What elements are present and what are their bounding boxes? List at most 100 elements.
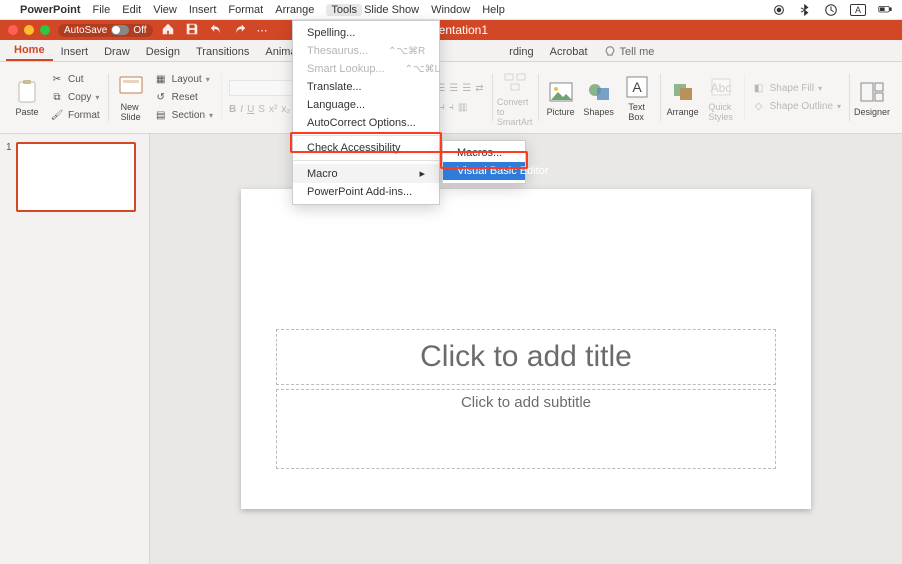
shapes-button[interactable]: Shapes	[582, 79, 616, 117]
cut-button[interactable]: ✂Cut	[48, 72, 102, 88]
tools-smart-lookup: Smart Lookup...⌃⌥⌘L	[293, 60, 439, 78]
menu-edit[interactable]: Edit	[122, 4, 141, 16]
scissors-icon: ✂	[50, 73, 64, 87]
tools-dropdown: Spelling... Thesaurus...⌃⌥⌘R Smart Looku…	[292, 20, 440, 205]
menu-separator	[293, 160, 439, 161]
menu-slideshow[interactable]: Slide Show	[364, 4, 419, 16]
menu-file[interactable]: File	[93, 4, 111, 16]
menu-format[interactable]: Format	[228, 4, 263, 16]
title-placeholder[interactable]: Click to add title	[276, 329, 776, 385]
textbox-button[interactable]: A Text Box	[620, 74, 654, 122]
copy-icon: ⧉	[50, 91, 64, 105]
tab-transitions[interactable]: Transitions	[188, 43, 257, 61]
arrange-button[interactable]: Arrange	[666, 79, 700, 117]
ribbon-home: Paste ✂Cut ⧉Copy▾ 🖌Format New Slide ▦Lay…	[0, 62, 902, 134]
group-insert: Picture Shapes A Text Box	[540, 66, 658, 129]
tools-language[interactable]: Language...	[293, 96, 439, 114]
reminders-status-icon[interactable]	[772, 3, 786, 17]
clock-status-icon[interactable]	[824, 3, 838, 17]
tab-draw[interactable]: Draw	[96, 43, 138, 61]
new-slide-button[interactable]: New Slide	[114, 74, 148, 122]
tell-me-label: Tell me	[620, 46, 655, 58]
minimize-window-icon[interactable]	[24, 25, 34, 35]
tab-insert[interactable]: Insert	[53, 43, 97, 61]
autosave-toggle[interactable]: AutoSave Off	[58, 24, 153, 37]
thumbnail-pane[interactable]: 1	[0, 134, 150, 564]
titlebar: AutoSave Off ⋯ Presentation1	[0, 20, 902, 40]
menu-tools[interactable]: Tools	[326, 4, 362, 16]
save-qat-icon[interactable]	[185, 22, 199, 39]
workspace: 1 Click to add title Click to add subtit…	[0, 134, 902, 564]
group-shape-format: ◧Shape Fill▾ ◇Shape Outline▾	[746, 66, 847, 129]
paste-label: Paste	[15, 107, 38, 117]
subtitle-placeholder[interactable]: Click to add subtitle	[276, 389, 776, 469]
tab-home[interactable]: Home	[6, 41, 53, 61]
menu-help[interactable]: Help	[482, 4, 505, 16]
mac-menubar: PowerPoint File Edit View Insert Format …	[0, 0, 902, 20]
tools-check-accessibility[interactable]: Check Accessibility	[293, 139, 439, 157]
designer-button[interactable]: Designer	[855, 79, 889, 117]
menu-window[interactable]: Window	[431, 4, 470, 16]
paste-button[interactable]: Paste	[10, 79, 44, 117]
macro-submenu: Macros... Visual Basic Editor	[442, 140, 526, 184]
quick-styles-button: Abc Quick Styles	[704, 74, 738, 122]
menu-arrange[interactable]: Arrange	[275, 4, 314, 16]
tools-addins[interactable]: PowerPoint Add-ins...	[293, 183, 439, 201]
fill-bucket-icon: ◧	[752, 82, 766, 96]
reset-icon: ↺	[154, 91, 168, 105]
input-source-icon[interactable]: A	[850, 4, 866, 16]
tools-spelling[interactable]: Spelling...	[293, 24, 439, 42]
chevron-right-icon: ▸	[419, 167, 425, 180]
redo-qat-icon[interactable]	[233, 22, 247, 39]
tell-me-search[interactable]: Tell me	[596, 43, 663, 61]
tools-macro[interactable]: Macro▸	[293, 164, 439, 183]
shape-fill-button: ◧Shape Fill▾	[750, 81, 843, 97]
svg-text:A: A	[632, 79, 642, 95]
copy-button[interactable]: ⧉Copy▾	[48, 90, 102, 106]
tab-acrobat[interactable]: Acrobat	[542, 43, 596, 61]
home-qat-icon[interactable]	[161, 22, 175, 39]
macro-macros[interactable]: Macros...	[443, 144, 525, 162]
svg-text:Abc: Abc	[710, 81, 731, 95]
tab-partial-rding[interactable]: rding	[501, 43, 541, 61]
app-name[interactable]: PowerPoint	[20, 4, 81, 16]
tools-autocorrect[interactable]: AutoCorrect Options...	[293, 114, 439, 132]
format-painter-button[interactable]: 🖌Format	[48, 108, 102, 124]
section-button[interactable]: ▤Section▾	[152, 108, 215, 124]
zoom-window-icon[interactable]	[40, 25, 50, 35]
outline-icon: ◇	[752, 100, 766, 114]
layout-button[interactable]: ▦Layout▾	[152, 72, 215, 88]
paintbrush-icon: 🖌	[50, 109, 64, 123]
convert-label: Convert to SmartArt	[497, 97, 533, 127]
slide-canvas[interactable]: Click to add title Click to add subtitle	[241, 189, 811, 509]
close-window-icon[interactable]	[8, 25, 18, 35]
tools-translate[interactable]: Translate...	[293, 78, 439, 96]
group-arrange: Arrange Abc Quick Styles	[662, 66, 742, 129]
battery-status-icon[interactable]	[878, 3, 892, 17]
more-qat-icon[interactable]: ⋯	[257, 24, 268, 37]
tab-design[interactable]: Design	[138, 43, 188, 61]
bluetooth-status-icon[interactable]	[798, 3, 812, 17]
macro-vbe[interactable]: Visual Basic Editor	[443, 162, 525, 180]
picture-button[interactable]: Picture	[544, 79, 578, 117]
layout-icon: ▦	[154, 73, 168, 87]
menu-view[interactable]: View	[153, 4, 177, 16]
ribbon-tabs: Home Insert Draw Design Transitions Anim…	[0, 40, 902, 62]
slide-number: 1	[6, 142, 12, 212]
slide-editor[interactable]: Click to add title Click to add subtitle	[150, 134, 902, 564]
autosave-label: AutoSave	[64, 25, 107, 36]
section-icon: ▤	[154, 109, 168, 123]
undo-qat-icon[interactable]	[209, 22, 223, 39]
autosave-state: Off	[133, 25, 146, 36]
menu-insert[interactable]: Insert	[189, 4, 217, 16]
group-slides: New Slide ▦Layout▾ ↺Reset ▤Section▾	[110, 66, 219, 129]
group-clipboard: Paste ✂Cut ⧉Copy▾ 🖌Format	[6, 66, 106, 129]
group-convert: Convert to SmartArt	[494, 66, 536, 129]
menu-separator	[293, 135, 439, 136]
autosave-switch-icon[interactable]	[111, 25, 129, 35]
shape-outline-button: ◇Shape Outline▾	[750, 99, 843, 115]
convert-smartart-button: Convert to SmartArt	[498, 69, 532, 127]
slide-thumbnail-1[interactable]	[16, 142, 136, 212]
tools-thesaurus: Thesaurus...⌃⌥⌘R	[293, 42, 439, 60]
reset-button[interactable]: ↺Reset	[152, 90, 215, 106]
